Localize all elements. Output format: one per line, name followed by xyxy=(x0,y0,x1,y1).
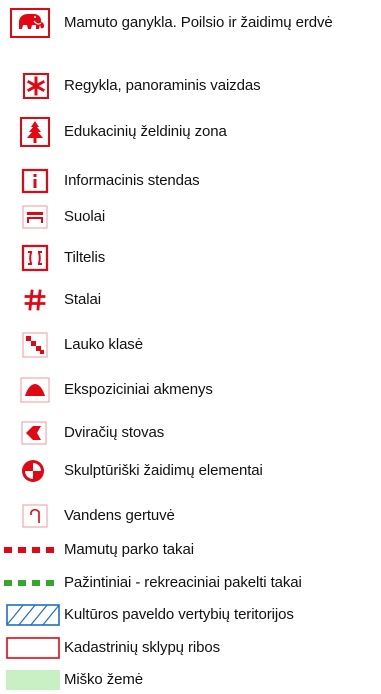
legend-symbol xyxy=(0,376,60,404)
red-dashed-line xyxy=(4,547,54,553)
legend-item-viewpoint: Regykla, panoraminis vaizdas xyxy=(0,72,381,100)
legend-item-mammoth-pasture: Mamuto ganykla. Poilsio ir žaidimų erdvė xyxy=(0,8,381,38)
legend-label: Kadastrinių sklypų ribos xyxy=(64,639,221,656)
legend-label: Suolai xyxy=(64,208,106,225)
asterisk-icon xyxy=(23,73,49,99)
legend-item-tables: Stalai xyxy=(0,286,381,314)
legend-symbol xyxy=(0,244,60,272)
legend-label: Skulptūriški žaidimų elementai xyxy=(64,462,263,479)
legend-item-mammoth-park-paths: Mamutų parko takai xyxy=(0,536,381,564)
info-icon xyxy=(21,168,49,194)
legend-symbol xyxy=(0,666,60,694)
legend-label: Miško žemė xyxy=(64,671,144,688)
hash-icon xyxy=(24,289,46,311)
legend-item-info-board: Informacinis stendas xyxy=(0,167,381,195)
mound-icon xyxy=(20,377,50,403)
legend-symbol xyxy=(0,634,60,662)
mammoth-icon xyxy=(10,8,50,38)
map-legend: Mamuto ganykla. Poilsio ir žaidimų erdvė… xyxy=(0,0,381,694)
legend-label: Edukacinių želdinių zona xyxy=(64,123,227,140)
checker-icon xyxy=(22,332,48,358)
legend-label: Ekspoziciniai akmenys xyxy=(64,381,213,398)
bench-icon xyxy=(22,205,48,229)
legend-symbol xyxy=(0,419,60,447)
legend-label: Mamutų parko takai xyxy=(64,541,194,558)
legend-item-bike-stand: Dviračių stovas xyxy=(0,419,381,447)
red-outline-area xyxy=(6,637,60,659)
bridge-icon xyxy=(21,244,49,272)
green-fill-area xyxy=(6,670,60,690)
legend-item-forest-land: Miško žemė xyxy=(0,666,381,694)
legend-item-water-fountain: Vandens gertuvė xyxy=(0,502,381,530)
legend-item-educational-greenery: Edukacinių želdinių zona xyxy=(0,117,381,147)
bike-stand-icon xyxy=(21,421,47,445)
legend-label: Mamuto ganykla. Poilsio ir žaidimų erdvė xyxy=(64,14,333,31)
legend-symbol xyxy=(0,286,60,314)
legend-item-raised-trails: Pažintiniai - rekreaciniai pakelti takai xyxy=(0,569,381,597)
legend-item-outdoor-class: Lauko klasė xyxy=(0,331,381,359)
legend-label: Regykla, panoraminis vaizdas xyxy=(64,77,261,94)
legend-symbol xyxy=(0,457,60,485)
legend-item-benches: Suolai xyxy=(0,203,381,231)
legend-symbol xyxy=(0,536,60,564)
legend-symbol xyxy=(0,331,60,359)
fir-tree-icon xyxy=(20,117,50,147)
legend-symbol xyxy=(0,167,60,195)
legend-item-heritage-territories: Kultūros paveldo vertybių teritorijos xyxy=(0,601,381,629)
fountain-icon xyxy=(22,504,48,528)
legend-label: Pažintiniai - rekreaciniai pakelti takai xyxy=(64,574,302,591)
legend-symbol xyxy=(0,502,60,530)
legend-symbol xyxy=(0,8,60,38)
legend-symbol xyxy=(0,601,60,629)
legend-label: Vandens gertuvė xyxy=(64,507,175,524)
legend-label: Kultūros paveldo vertybių teritorijos xyxy=(64,606,294,623)
quadrant-circle-icon xyxy=(22,460,44,482)
legend-symbol xyxy=(0,117,60,147)
green-dashed-line xyxy=(4,580,54,586)
legend-label: Stalai xyxy=(64,291,101,308)
legend-label: Informacinis stendas xyxy=(64,172,200,189)
legend-label: Tiltelis xyxy=(64,249,106,266)
legend-item-exhibition-stones: Ekspoziciniai akmenys xyxy=(0,376,381,404)
legend-item-footbridge: Tiltelis xyxy=(0,244,381,272)
legend-symbol xyxy=(0,569,60,597)
legend-label: Dviračių stovas xyxy=(64,424,165,441)
legend-item-sculptural-play: Skulptūriški žaidimų elementai xyxy=(0,457,381,485)
legend-label: Lauko klasė xyxy=(64,336,143,353)
blue-hatched-area xyxy=(6,604,60,626)
legend-symbol xyxy=(0,72,60,100)
legend-symbol xyxy=(0,203,60,231)
legend-item-cadastral-boundaries: Kadastrinių sklypų ribos xyxy=(0,634,381,662)
